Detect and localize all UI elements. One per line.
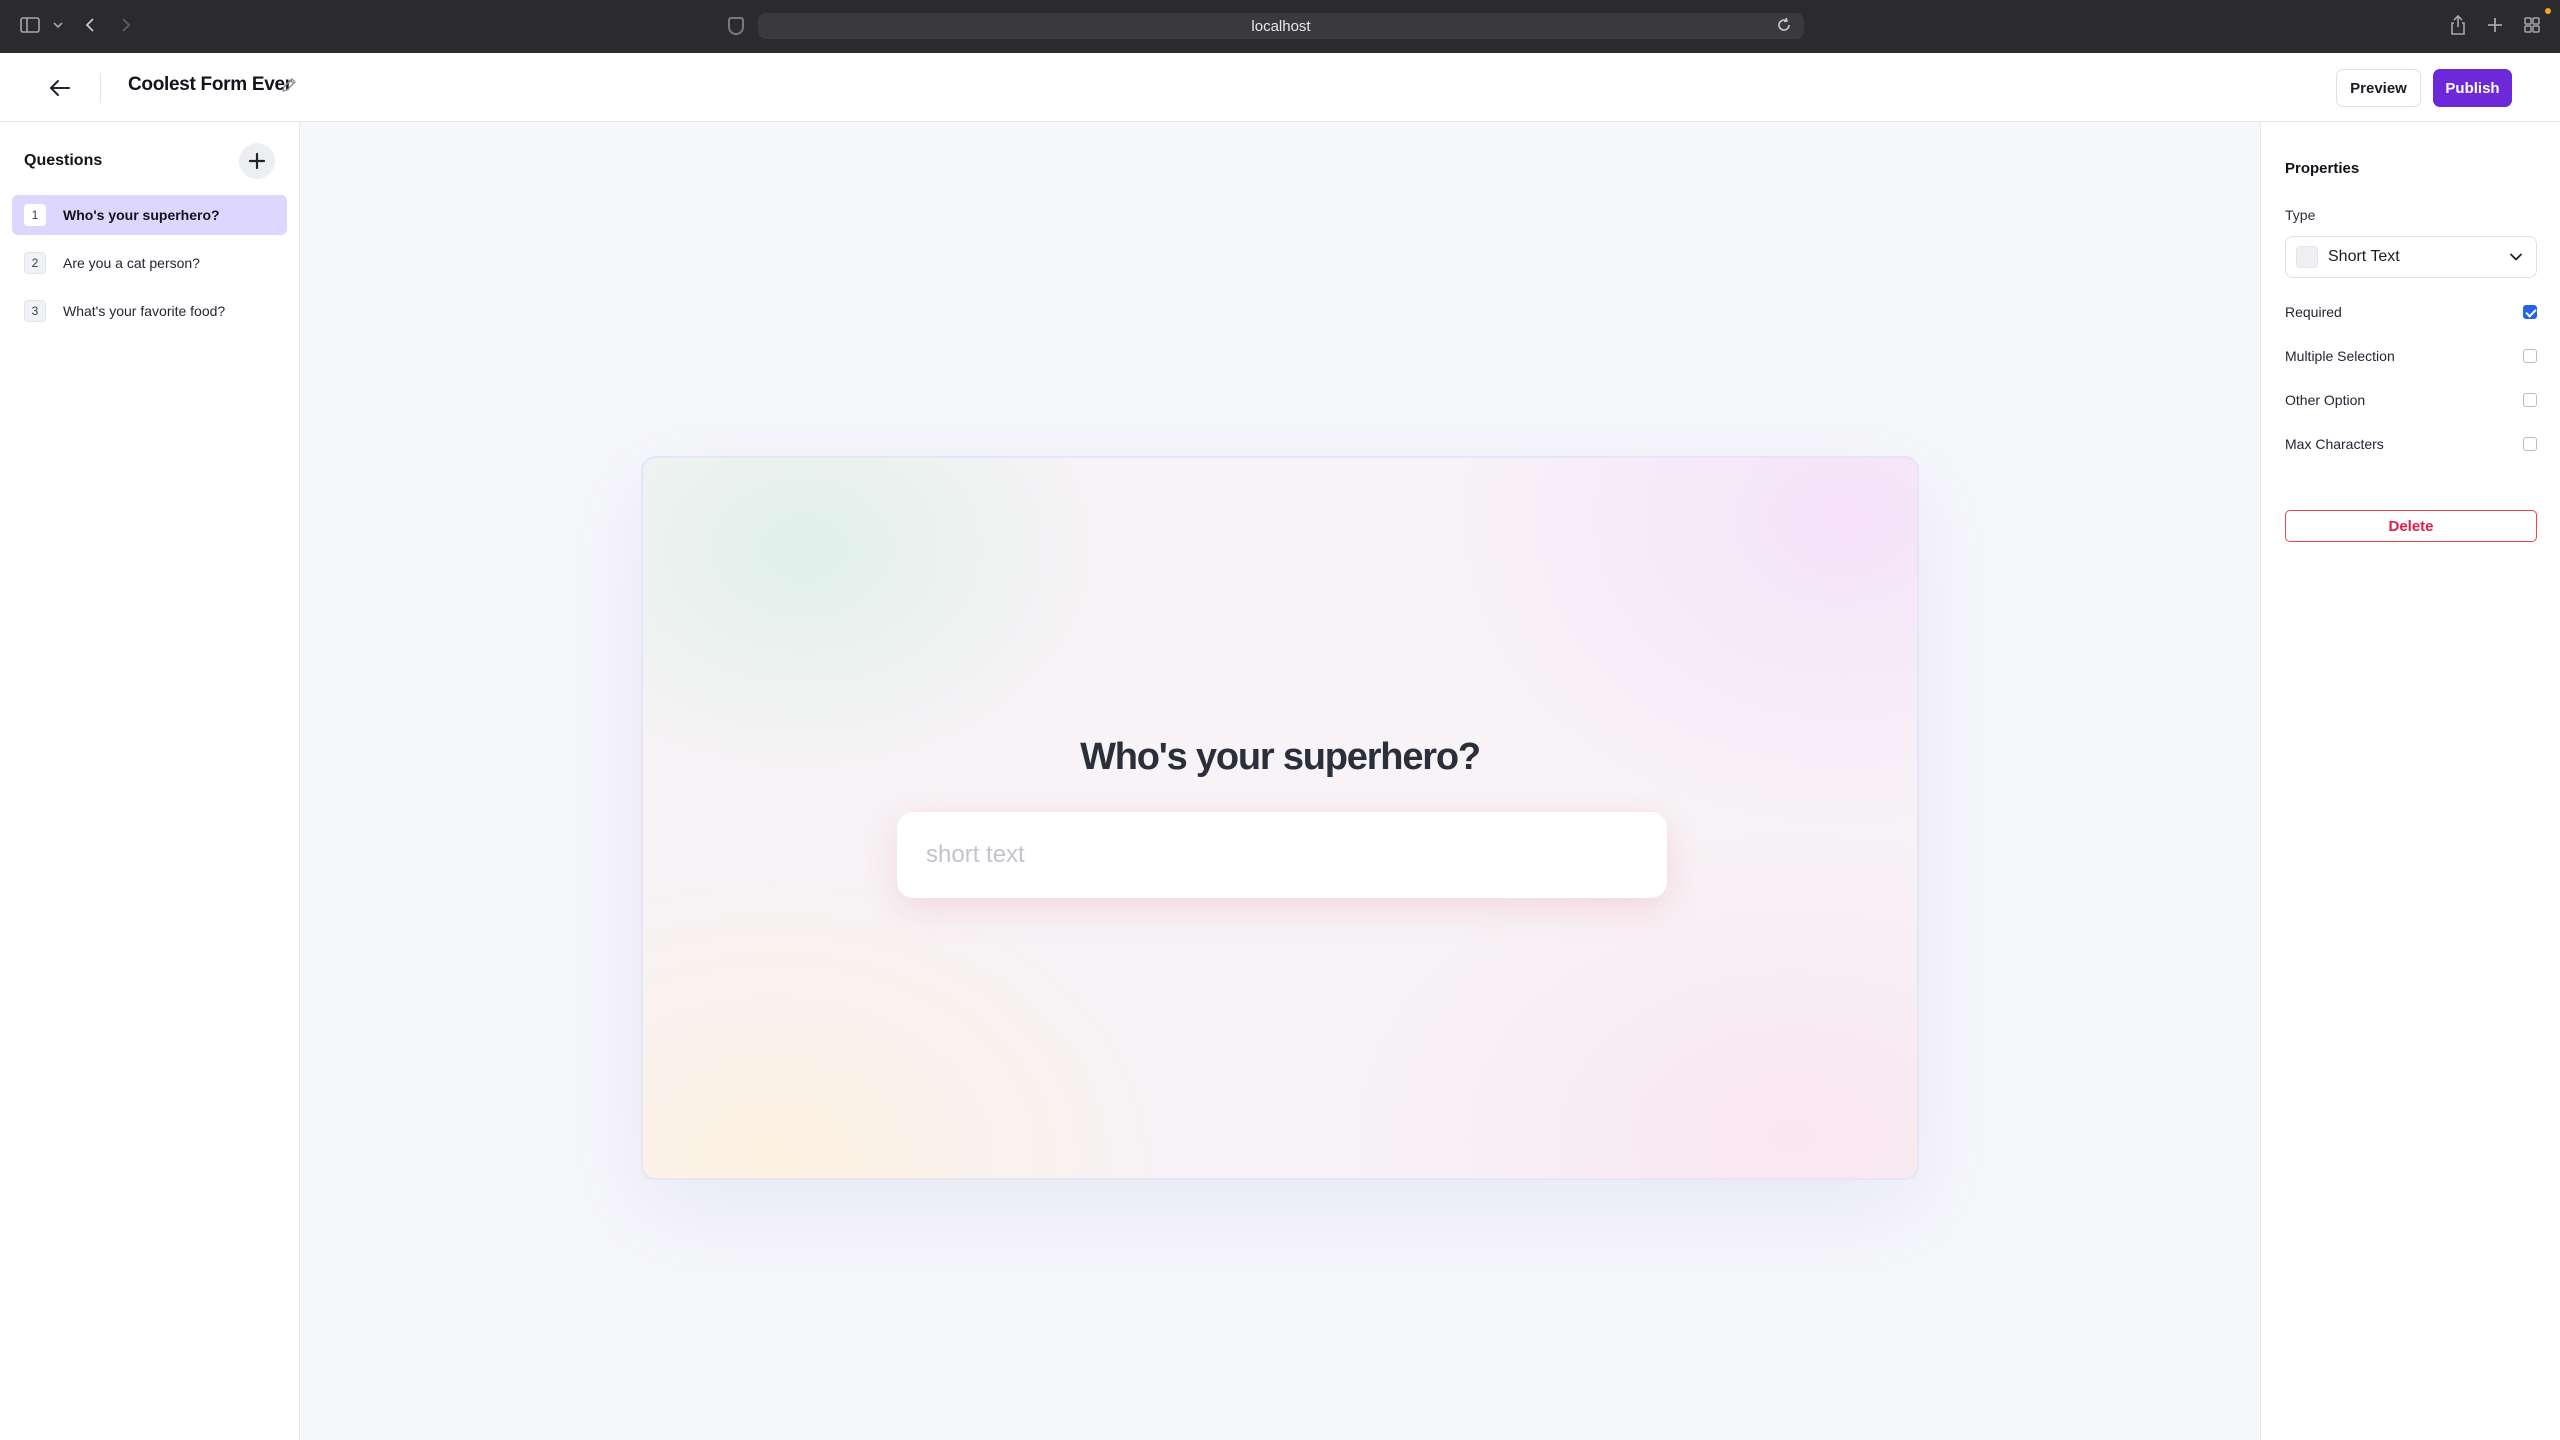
required-option: Required xyxy=(2285,300,2537,324)
question-number: 2 xyxy=(24,252,46,274)
short-text-input[interactable] xyxy=(897,812,1667,898)
form-preview-card: Who's your superhero? xyxy=(641,456,1919,1180)
browser-back-icon[interactable] xyxy=(84,16,96,38)
new-tab-icon[interactable] xyxy=(2486,16,2504,38)
type-label: Type xyxy=(2285,207,2316,223)
question-label: Are you a cat person? xyxy=(63,255,200,271)
arrow-left-icon xyxy=(50,80,70,96)
properties-heading: Properties xyxy=(2285,160,2360,177)
add-question-button[interactable] xyxy=(239,143,275,179)
privacy-shield-icon[interactable] xyxy=(728,17,744,35)
max-characters-label: Max Characters xyxy=(2285,436,2384,452)
multiple-selection-checkbox[interactable] xyxy=(2523,349,2537,363)
required-checkbox[interactable] xyxy=(2523,305,2537,319)
notification-dot xyxy=(2545,8,2551,14)
question-heading[interactable]: Who's your superhero? xyxy=(643,736,1917,779)
sidebar-toggle-icon[interactable] xyxy=(20,16,40,38)
question-item[interactable]: 2 Are you a cat person? xyxy=(12,243,287,283)
question-number: 3 xyxy=(24,300,46,322)
required-label: Required xyxy=(2285,304,2342,320)
browser-forward-icon[interactable] xyxy=(120,16,132,38)
question-item[interactable]: 1 Who's your superhero? xyxy=(12,195,287,235)
properties-panel: Properties Type Short Text Required Mult… xyxy=(2260,122,2560,1440)
share-icon[interactable] xyxy=(2449,14,2467,40)
chevron-down-icon[interactable] xyxy=(52,16,64,38)
question-number: 1 xyxy=(24,204,46,226)
question-label: Who's your superhero? xyxy=(63,207,220,223)
other-option-checkbox[interactable] xyxy=(2523,393,2537,407)
type-value: Short Text xyxy=(2328,248,2400,265)
publish-button[interactable]: Publish xyxy=(2433,69,2512,107)
other-option-label: Other Option xyxy=(2285,392,2366,408)
address-bar[interactable]: localhost xyxy=(758,13,1804,39)
tab-overview-icon[interactable] xyxy=(2523,8,2551,36)
form-canvas: Who's your superhero? xyxy=(300,122,2260,1440)
type-swatch-icon xyxy=(2296,246,2318,268)
chevron-down-icon xyxy=(2510,253,2522,261)
type-select[interactable]: Short Text xyxy=(2285,236,2537,278)
delete-button[interactable]: Delete xyxy=(2285,510,2537,542)
form-title[interactable]: Coolest Form Ever xyxy=(128,74,292,96)
max-characters-checkbox[interactable] xyxy=(2523,437,2537,451)
questions-sidebar: Questions 1 Who's your superhero? 2 Are … xyxy=(0,122,300,1440)
multiple-selection-label: Multiple Selection xyxy=(2285,348,2395,364)
url-text: localhost xyxy=(1251,17,1311,35)
back-button[interactable] xyxy=(40,71,80,105)
browser-toolbar: localhost xyxy=(0,0,2560,53)
question-list: 1 Who's your superhero? 2 Are you a cat … xyxy=(12,195,287,339)
other-option-option: Other Option xyxy=(2285,388,2537,412)
app-header: Coolest Form Ever Preview Publish xyxy=(0,53,2560,122)
preview-button[interactable]: Preview xyxy=(2336,69,2421,107)
header-divider xyxy=(100,73,101,103)
pencil-icon xyxy=(282,78,296,92)
plus-icon xyxy=(248,152,266,170)
multiple-selection-option: Multiple Selection xyxy=(2285,344,2537,368)
reload-icon[interactable] xyxy=(1776,16,1792,39)
max-characters-option: Max Characters xyxy=(2285,432,2537,456)
question-item[interactable]: 3 What's your favorite food? xyxy=(12,291,287,331)
edit-title-button[interactable] xyxy=(279,75,299,97)
questions-heading: Questions xyxy=(24,152,103,169)
question-label: What's your favorite food? xyxy=(63,303,226,319)
